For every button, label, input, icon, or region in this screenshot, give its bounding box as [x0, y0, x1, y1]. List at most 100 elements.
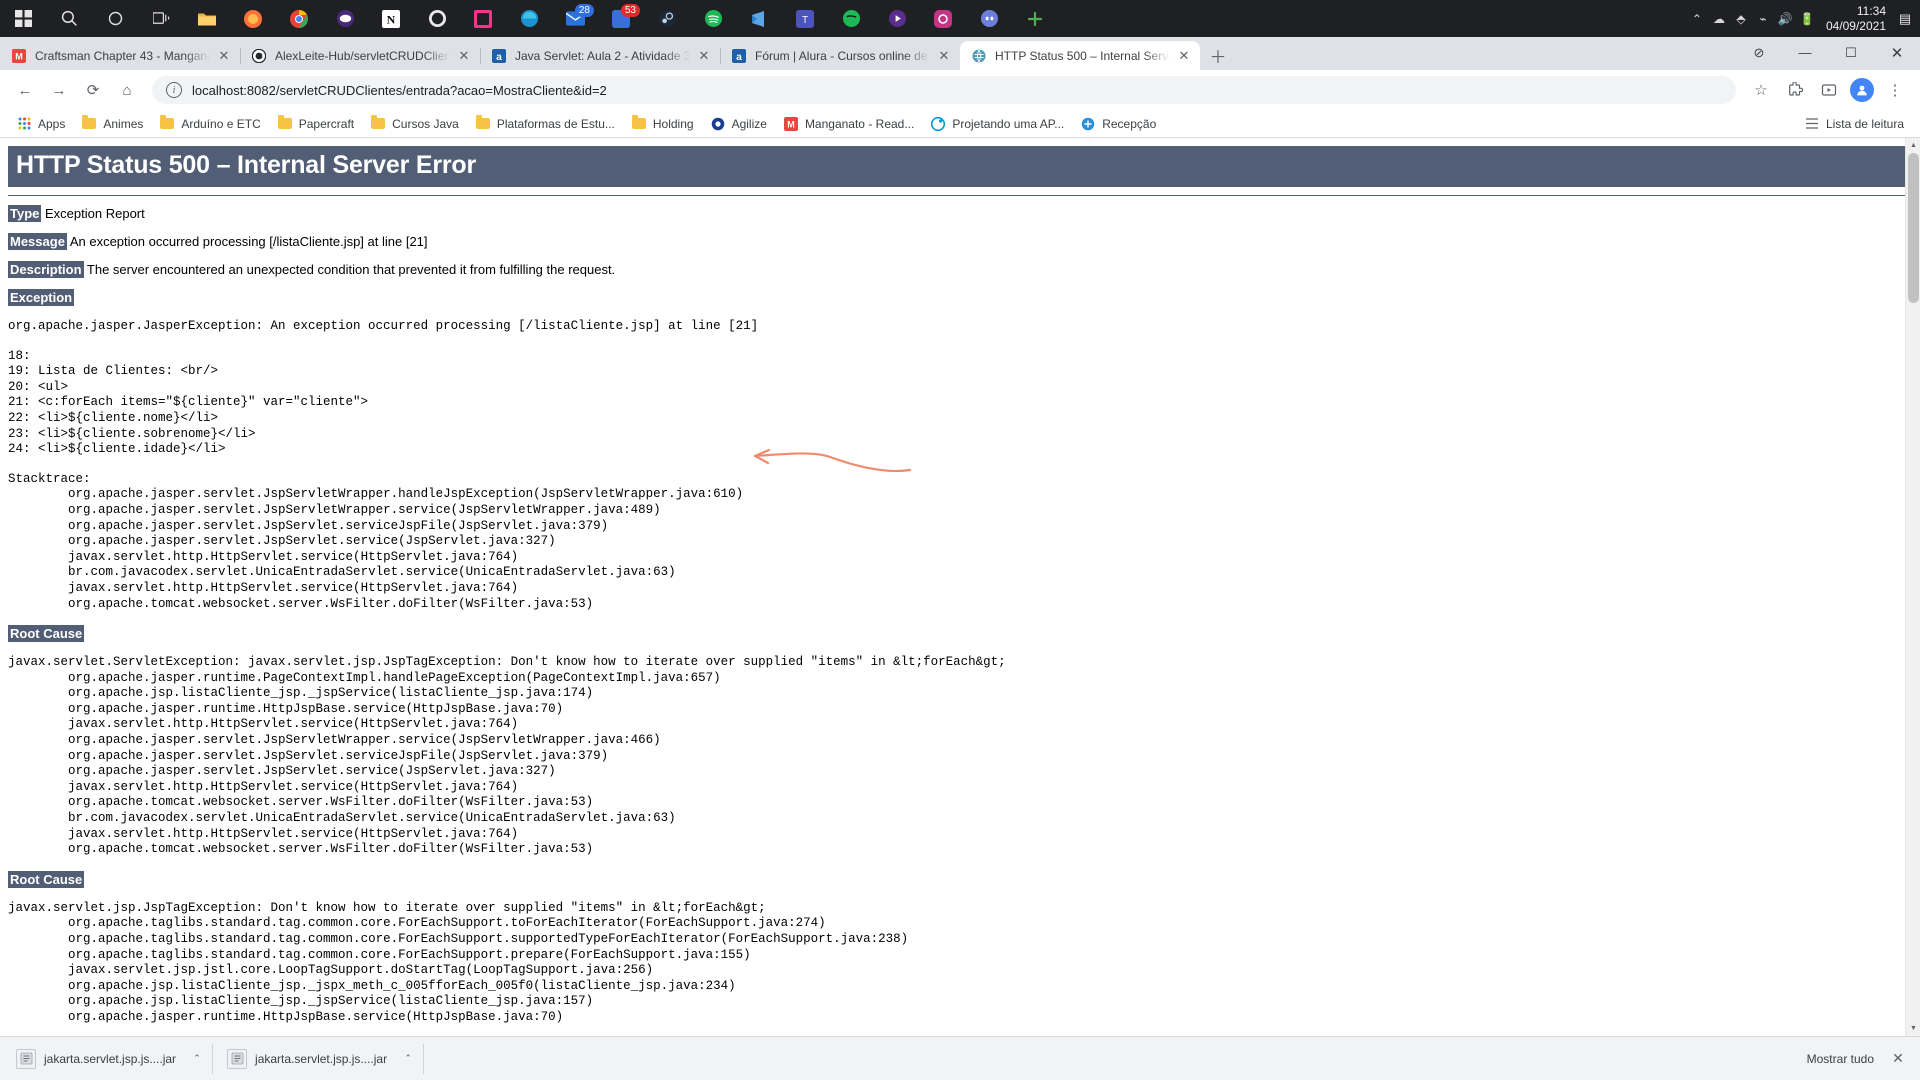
svg-text:N: N: [387, 12, 396, 26]
bookmark-star-icon[interactable]: ☆: [1746, 75, 1776, 105]
browser-tab-2[interactable]: a Java Servlet: Aula 2 - Atividade 3 ✕: [480, 41, 720, 70]
extensions-icon[interactable]: [1780, 75, 1810, 105]
download-item-1[interactable]: jakarta.servlet.jsp.js....jar ⌃: [221, 1043, 425, 1074]
bookmark-plataformas[interactable]: Plataformas de Estu...: [467, 112, 623, 136]
start-button[interactable]: [0, 0, 46, 37]
vscode-icon[interactable]: [736, 0, 782, 37]
minimize-button[interactable]: —: [1782, 37, 1828, 68]
tray-battery-icon[interactable]: 🔋: [1796, 12, 1818, 26]
folder-icon: [631, 115, 647, 132]
bookmark-manganato[interactable]: M Manganato - Read...: [775, 112, 922, 136]
forward-button[interactable]: →: [44, 75, 74, 105]
add-icon[interactable]: [1012, 0, 1058, 37]
tomcat-error-page: HTTP Status 500 – Internal Server Error …: [0, 138, 1920, 1026]
media-control-icon[interactable]: [1814, 75, 1844, 105]
browser-tab-0[interactable]: M Craftsman Chapter 43 - Mangane ✕: [0, 41, 240, 70]
taskbar-clock[interactable]: 11:34 04/09/2021: [1818, 4, 1896, 34]
download-item-0[interactable]: jakarta.servlet.jsp.js....jar ⌃: [10, 1043, 214, 1074]
bookmark-label-animes: Animes: [103, 116, 144, 131]
tray-onedrive-icon[interactable]: ⬘: [1730, 12, 1752, 26]
tab-close-0[interactable]: ✕: [216, 48, 232, 64]
bookmark-cursos-java[interactable]: Cursos Java: [362, 112, 467, 136]
download-menu-caret-0[interactable]: ⌃: [186, 1048, 208, 1070]
discord-icon[interactable]: [966, 0, 1012, 37]
folder-icon: [475, 115, 491, 132]
intellij-icon[interactable]: [460, 0, 506, 37]
download-menu-caret-1[interactable]: ⌃: [397, 1048, 419, 1070]
clock-date: 04/09/2021: [1825, 18, 1886, 33]
tab-close-1[interactable]: ✕: [456, 48, 472, 64]
browser-tab-4[interactable]: HTTP Status 500 – Internal Serve ✕: [960, 41, 1200, 70]
tray-cloud-icon[interactable]: ☁: [1708, 12, 1730, 26]
chrome-menu-button[interactable]: ⋮: [1880, 75, 1910, 105]
block-extension-icon[interactable]: ⊘: [1736, 37, 1782, 68]
browser-toolbar: ← → ⟳ ⌂ i localhost:8082/servletCRUDClie…: [0, 70, 1920, 110]
search-icon[interactable]: [46, 0, 92, 37]
scroll-up-arrow[interactable]: ▲: [1906, 138, 1920, 153]
bookmark-holding[interactable]: Holding: [623, 112, 702, 136]
bookmark-label-holding: Holding: [652, 116, 694, 131]
chrome-icon[interactable]: [276, 0, 322, 37]
manganato-icon: M: [783, 116, 799, 132]
github-icon[interactable]: [414, 0, 460, 37]
maximize-button[interactable]: ☐: [1828, 37, 1874, 68]
url-text: localhost:8082/servletCRUDClientes/entra…: [192, 82, 607, 98]
cortana-icon[interactable]: [92, 0, 138, 37]
new-tab-button[interactable]: ＋: [1204, 41, 1232, 69]
bookmark-animes[interactable]: Animes: [73, 112, 151, 136]
bookmark-agilize[interactable]: Agilize: [702, 112, 775, 136]
page-scrollbar[interactable]: ▲ ▼: [1905, 138, 1920, 1036]
profile-avatar[interactable]: [1850, 78, 1874, 102]
alura-icon: [930, 116, 946, 132]
address-bar[interactable]: i localhost:8082/servletCRUDClientes/ent…: [152, 76, 1736, 104]
edge-icon[interactable]: [506, 0, 552, 37]
jsp-source-excerpt: 18: 19: Lista de Clientes: <br/> 20: <ul…: [8, 348, 369, 457]
mail-icon[interactable]: 28: [552, 0, 598, 37]
close-download-shelf-button[interactable]: ✕: [1886, 1050, 1910, 1067]
home-button[interactable]: ⌂: [112, 75, 142, 105]
tab-close-2[interactable]: ✕: [696, 48, 712, 64]
teams-icon[interactable]: T: [782, 0, 828, 37]
tray-volume-icon[interactable]: 🔊: [1774, 12, 1796, 26]
spotify-green-icon[interactable]: [690, 0, 736, 37]
messages-icon[interactable]: 53: [598, 0, 644, 37]
download-filename-1: jakarta.servlet.jsp.js....jar: [255, 1051, 388, 1066]
bookmark-projetando-api[interactable]: Projetando uma AP...: [922, 112, 1072, 136]
bookmark-apps[interactable]: Apps: [8, 112, 73, 136]
close-window-button[interactable]: ✕: [1874, 37, 1920, 68]
stacktrace-block: org.apache.jasper.servlet.JspServletWrap…: [68, 487, 744, 611]
scrollbar-thumb[interactable]: [1908, 153, 1919, 303]
windows-taskbar: N 28 53 T ⌃ ☁ ⬘ ⌁ 🔊 🔋 11:34 04/09/2021 ▤: [0, 0, 1920, 37]
back-button[interactable]: ←: [10, 75, 40, 105]
tray-network-icon[interactable]: ⌁: [1752, 12, 1774, 26]
scroll-down-arrow[interactable]: ▼: [1906, 1021, 1920, 1036]
reading-list-button[interactable]: Lista de leitura: [1796, 112, 1912, 136]
video-icon[interactable]: [874, 0, 920, 37]
bookmark-papercraft[interactable]: Papercraft: [269, 112, 362, 136]
type-value: Exception Report: [45, 206, 145, 221]
clock-time: 11:34: [1856, 3, 1886, 18]
root-cause-heading-1: Root Cause: [8, 625, 1910, 643]
apps-grid-icon: [16, 116, 32, 132]
firefox-icon[interactable]: [230, 0, 276, 37]
bookmark-label-plataformas: Plataformas de Estu...: [496, 116, 615, 131]
tray-overflow-icon[interactable]: ⌃: [1686, 12, 1708, 26]
browser-tab-3[interactable]: a Fórum | Alura - Cursos online de ✕: [720, 41, 960, 70]
instagram-icon[interactable]: [920, 0, 966, 37]
steam-icon[interactable]: [644, 0, 690, 37]
show-all-downloads-link[interactable]: Mostrar tudo: [1795, 1052, 1886, 1066]
notion-icon[interactable]: N: [368, 0, 414, 37]
browser-tab-1[interactable]: AlexLeite-Hub/servletCRUDClien ✕: [240, 41, 480, 70]
eclipse-icon[interactable]: [322, 0, 368, 37]
spotify-icon[interactable]: [828, 0, 874, 37]
tab-close-3[interactable]: ✕: [936, 48, 952, 64]
file-explorer-icon[interactable]: [184, 0, 230, 37]
reload-button[interactable]: ⟳: [78, 75, 108, 105]
notification-center-icon[interactable]: ▤: [1896, 11, 1914, 27]
messages-badge: 53: [620, 4, 640, 17]
site-info-icon[interactable]: i: [166, 82, 182, 98]
task-view-icon[interactable]: [138, 0, 184, 37]
bookmark-arduino[interactable]: Arduíno e ETC: [151, 112, 268, 136]
bookmark-recepcao[interactable]: Recepção: [1072, 112, 1164, 136]
tab-close-4[interactable]: ✕: [1176, 48, 1192, 64]
